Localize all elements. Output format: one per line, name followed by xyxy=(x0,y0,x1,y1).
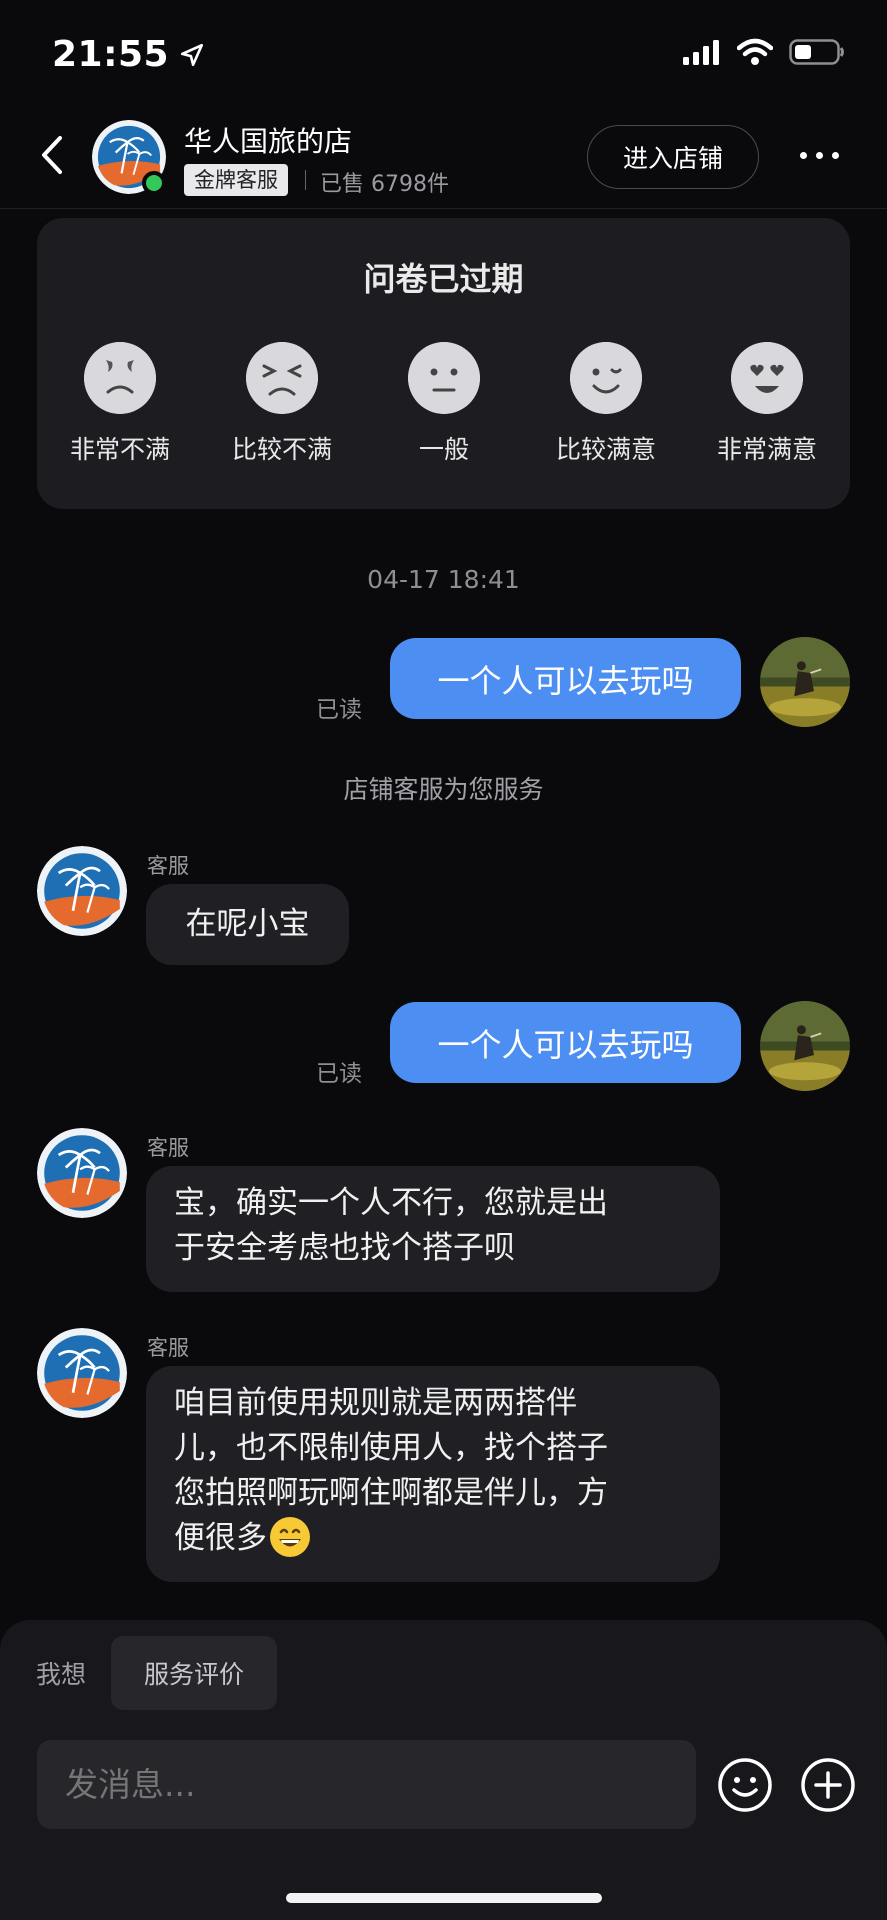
rating-option-very-satisfied[interactable]: 非常满意 xyxy=(697,342,837,466)
message-line: 宝，确实一个人不行，您就是出 xyxy=(174,1185,608,1221)
message-line: 便很多 xyxy=(174,1520,267,1556)
read-receipt: 已读 xyxy=(316,697,362,723)
back-icon[interactable] xyxy=(34,130,74,180)
enter-shop-button[interactable]: 进入店铺 xyxy=(587,125,759,189)
read-receipt: 已读 xyxy=(316,1061,362,1087)
wifi-icon xyxy=(737,38,773,65)
unsatisfied-face-icon xyxy=(246,342,318,414)
service-review-chip[interactable]: 服务评价 xyxy=(111,1636,277,1710)
outgoing-message[interactable]: 一个人可以去玩吗 xyxy=(390,638,741,719)
emoji-icon[interactable] xyxy=(717,1757,773,1813)
wish-label: 我想 xyxy=(36,1660,87,1689)
message-line: 儿，也不限制使用人，找个搭子 xyxy=(174,1430,608,1466)
more-options-icon[interactable] xyxy=(800,152,839,159)
incoming-message[interactable]: 咱目前使用规则就是两两搭伴 儿，也不限制使用人，找个搭子 您拍照啊玩啊住啊都是伴… xyxy=(146,1366,720,1582)
message-line: 您拍照啊玩啊住啊都是伴儿，方 xyxy=(174,1475,608,1511)
satisfied-face-icon xyxy=(570,342,642,414)
rating-label: 非常满意 xyxy=(716,435,817,464)
rating-label: 非常不满 xyxy=(69,435,170,464)
rating-option-unsatisfied[interactable]: 比较不满 xyxy=(212,342,352,466)
message-input[interactable] xyxy=(37,1740,696,1829)
message-line-with-emoji: 便很多 xyxy=(174,1516,720,1561)
neutral-face-icon xyxy=(408,342,480,414)
rating-option-satisfied[interactable]: 比较满意 xyxy=(536,342,676,466)
survey-card: 问卷已过期 非常不满 比较不满 一般 比较满意 非常满意 xyxy=(37,218,850,509)
sold-count: 已售 6798件 xyxy=(320,172,449,197)
outgoing-message[interactable]: 一个人可以去玩吗 xyxy=(390,1002,741,1083)
status-time: 21:55 xyxy=(52,34,205,75)
agent-avatar[interactable] xyxy=(37,1128,127,1218)
add-attachment-icon[interactable] xyxy=(800,1757,856,1813)
agent-avatar[interactable] xyxy=(37,1328,127,1418)
battery-icon xyxy=(789,39,844,65)
very-unsatisfied-face-icon xyxy=(84,342,156,414)
header-divider xyxy=(305,170,306,190)
incoming-message[interactable]: 在呢小宝 xyxy=(146,884,349,965)
message-line: 咱目前使用规则就是两两搭伴 xyxy=(174,1385,577,1421)
message-line: 于安全考虑也找个搭子呗 xyxy=(174,1230,515,1266)
rating-label: 一般 xyxy=(418,435,469,464)
incoming-message[interactable]: 宝，确实一个人不行，您就是出 于安全考虑也找个搭子呗 xyxy=(146,1166,720,1292)
online-status-dot xyxy=(142,171,166,195)
shop-name[interactable]: 华人国旅的店 xyxy=(184,120,352,160)
agent-name: 客服 xyxy=(147,854,189,878)
rating-label: 比较满意 xyxy=(555,435,656,464)
location-arrow-icon xyxy=(181,43,204,66)
rating-option-neutral[interactable]: 一般 xyxy=(374,342,514,466)
status-icons xyxy=(683,38,845,66)
very-satisfied-face-icon xyxy=(731,342,803,414)
agent-name: 客服 xyxy=(147,1136,189,1160)
rating-label: 比较不满 xyxy=(231,435,332,464)
header-divider-line xyxy=(0,208,887,209)
grinning-emoji-icon xyxy=(270,1517,310,1557)
home-indicator[interactable] xyxy=(286,1893,602,1903)
agent-avatar[interactable] xyxy=(37,846,127,936)
gold-service-badge: 金牌客服 xyxy=(184,164,288,196)
cellular-signal-icon xyxy=(683,40,719,65)
survey-title: 问卷已过期 xyxy=(363,260,524,298)
user-avatar[interactable] xyxy=(760,1001,850,1091)
rating-option-very-unsatisfied[interactable]: 非常不满 xyxy=(50,342,190,466)
user-avatar[interactable] xyxy=(760,637,850,727)
chat-timestamp: 04-17 18:41 xyxy=(367,565,520,594)
system-note: 店铺客服为您服务 xyxy=(343,775,544,804)
agent-name: 客服 xyxy=(147,1336,189,1360)
